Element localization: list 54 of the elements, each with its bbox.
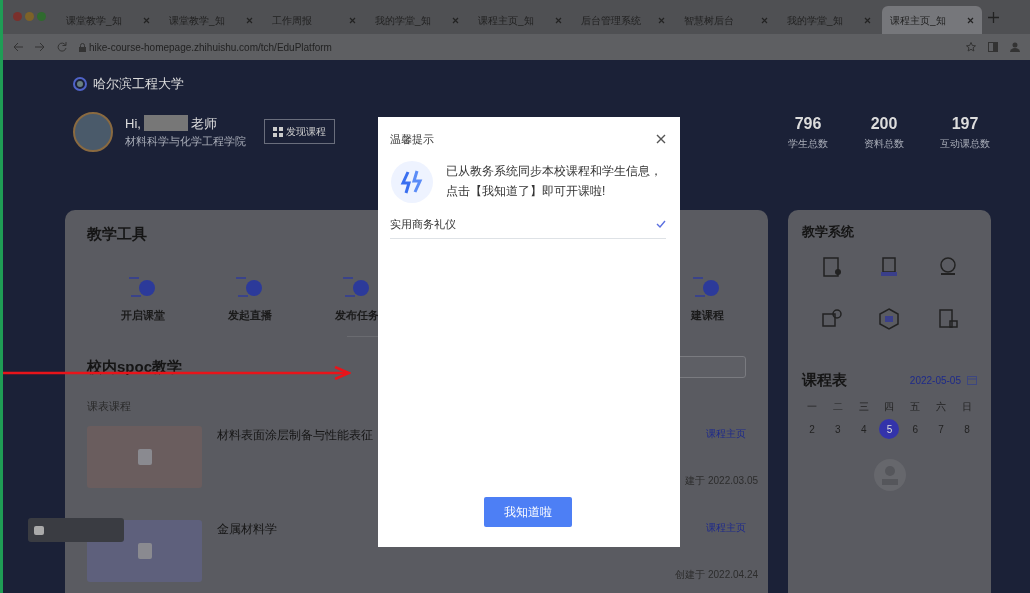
widget-icon	[34, 525, 44, 535]
new-tab-icon[interactable]	[988, 12, 999, 23]
school-name: 哈尔滨工程大学	[93, 75, 184, 93]
document-icon	[137, 449, 152, 465]
teacher-title: 老师	[190, 114, 217, 133]
discover-courses-button[interactable]: 发现课程	[264, 119, 335, 144]
greeting-text: Hi,	[125, 114, 141, 133]
grid-icon	[273, 126, 283, 137]
schedule-title: 课程表	[802, 370, 847, 390]
section-title: 教学系统	[802, 223, 854, 241]
dialog-message: 已从教务系统同步本校课程和学生信息，点击【我知道了】即可开课啦!	[446, 163, 663, 200]
course-name[interactable]: 材料表面涂层制备与性能表征	[217, 426, 373, 444]
star-icon[interactable]	[966, 42, 976, 52]
stat-value: 197	[950, 114, 980, 134]
stat-value: 796	[793, 114, 823, 134]
calendar-icon[interactable]	[967, 375, 977, 385]
college-name: 材料科学与化学工程学院	[125, 134, 246, 149]
course-item[interactable]: 实用商务礼仪	[390, 215, 456, 232]
tool-label[interactable]: 开启课堂	[121, 307, 165, 324]
stat-value: 200	[869, 114, 899, 134]
stat-label: 学生总数	[788, 137, 828, 151]
redacted-name-block	[143, 115, 188, 132]
calendar-day[interactable]: 3	[827, 419, 848, 439]
address-bar[interactable]: hike-course-homepage.zhihuishu.com/tch/EduPlatform	[89, 39, 332, 55]
section-title: 教学工具	[87, 224, 147, 244]
calendar-day[interactable]: 8	[956, 419, 977, 439]
tool-label[interactable]: 建课程	[690, 307, 724, 324]
course-cover[interactable]	[87, 426, 202, 488]
browser-tab[interactable]: 课程主页_知	[882, 6, 982, 34]
avatar	[73, 111, 113, 152]
back-icon[interactable]	[13, 42, 23, 52]
lock-icon	[79, 42, 86, 52]
document-icon	[137, 543, 152, 559]
stat-label: 资料总数	[864, 137, 904, 151]
dialog-title: 温馨提示	[390, 132, 434, 147]
tool-label[interactable]: 发起直播	[228, 307, 272, 324]
tool-label[interactable]: 发布任务	[335, 307, 379, 324]
school-logo-icon	[73, 76, 87, 91]
acknowledge-button[interactable]: 我知道啦	[484, 497, 572, 527]
calendar-day[interactable]: 2	[802, 419, 822, 439]
stat-label: 互动课总数	[940, 137, 990, 151]
reload-icon[interactable]	[57, 42, 67, 52]
calendar-day[interactable]: 6	[905, 419, 926, 439]
forward-icon[interactable]	[35, 42, 45, 52]
course-name[interactable]: 金属材料学	[217, 520, 277, 538]
calendar-day[interactable]: 5	[879, 419, 900, 439]
schedule-date[interactable]: 2022-05-05	[909, 372, 961, 388]
sidebar-icon[interactable]	[988, 42, 998, 52]
calendar-day[interactable]: 7	[931, 419, 952, 439]
close-icon[interactable]	[656, 134, 666, 145]
floating-toast[interactable]	[28, 518, 124, 542]
close-icon[interactable]	[967, 16, 974, 24]
calendar-day[interactable]: 4	[853, 419, 874, 439]
profile-icon[interactable]	[1010, 42, 1020, 52]
